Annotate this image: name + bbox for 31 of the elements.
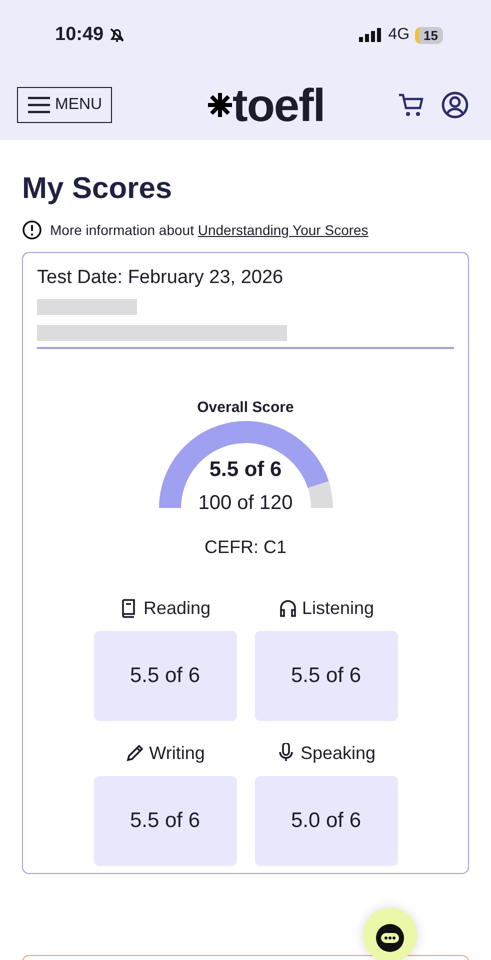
network-label: 4G	[388, 26, 410, 44]
section-score: 5.5 of 6	[94, 776, 236, 866]
status-time: 10:49	[55, 24, 104, 46]
section-score: 5.5 of 6	[94, 630, 236, 720]
overall-score-title: Overall Score	[197, 398, 294, 416]
headphones-icon	[278, 598, 298, 618]
asterisk-icon	[206, 92, 232, 118]
bell-muted-icon	[108, 27, 125, 43]
section-score: 5.0 of 6	[254, 776, 398, 866]
cart-icon[interactable]	[397, 91, 425, 119]
info-text: More information about Understanding Your Scores	[50, 222, 368, 238]
section-label: Speaking	[300, 742, 376, 764]
test-date: Test Date: February 23, 2026	[37, 267, 284, 289]
section-score: 5.5 of 6	[254, 630, 398, 720]
chat-button[interactable]	[363, 908, 417, 960]
pencil-icon	[125, 743, 146, 763]
section-label: Listening	[302, 598, 374, 618]
scaled-score: 100 of 120	[198, 492, 293, 514]
cefr-level: CEFR: C1	[204, 536, 286, 558]
section-label: Reading	[143, 598, 211, 618]
menu-button[interactable]: MENU	[17, 87, 112, 123]
section-label: Writing	[149, 742, 205, 764]
toefl-logo[interactable]: toefl	[232, 78, 325, 132]
info-icon	[22, 220, 42, 240]
signal-icon	[359, 28, 384, 42]
understanding-scores-link[interactable]: Understanding Your Scores	[198, 222, 368, 238]
account-icon[interactable]	[441, 91, 469, 119]
battery-indicator: 15	[414, 26, 443, 44]
page-title: My Scores	[22, 172, 174, 206]
menu-icon	[27, 96, 51, 114]
overall-score: 5.5 of 6	[208, 458, 283, 482]
